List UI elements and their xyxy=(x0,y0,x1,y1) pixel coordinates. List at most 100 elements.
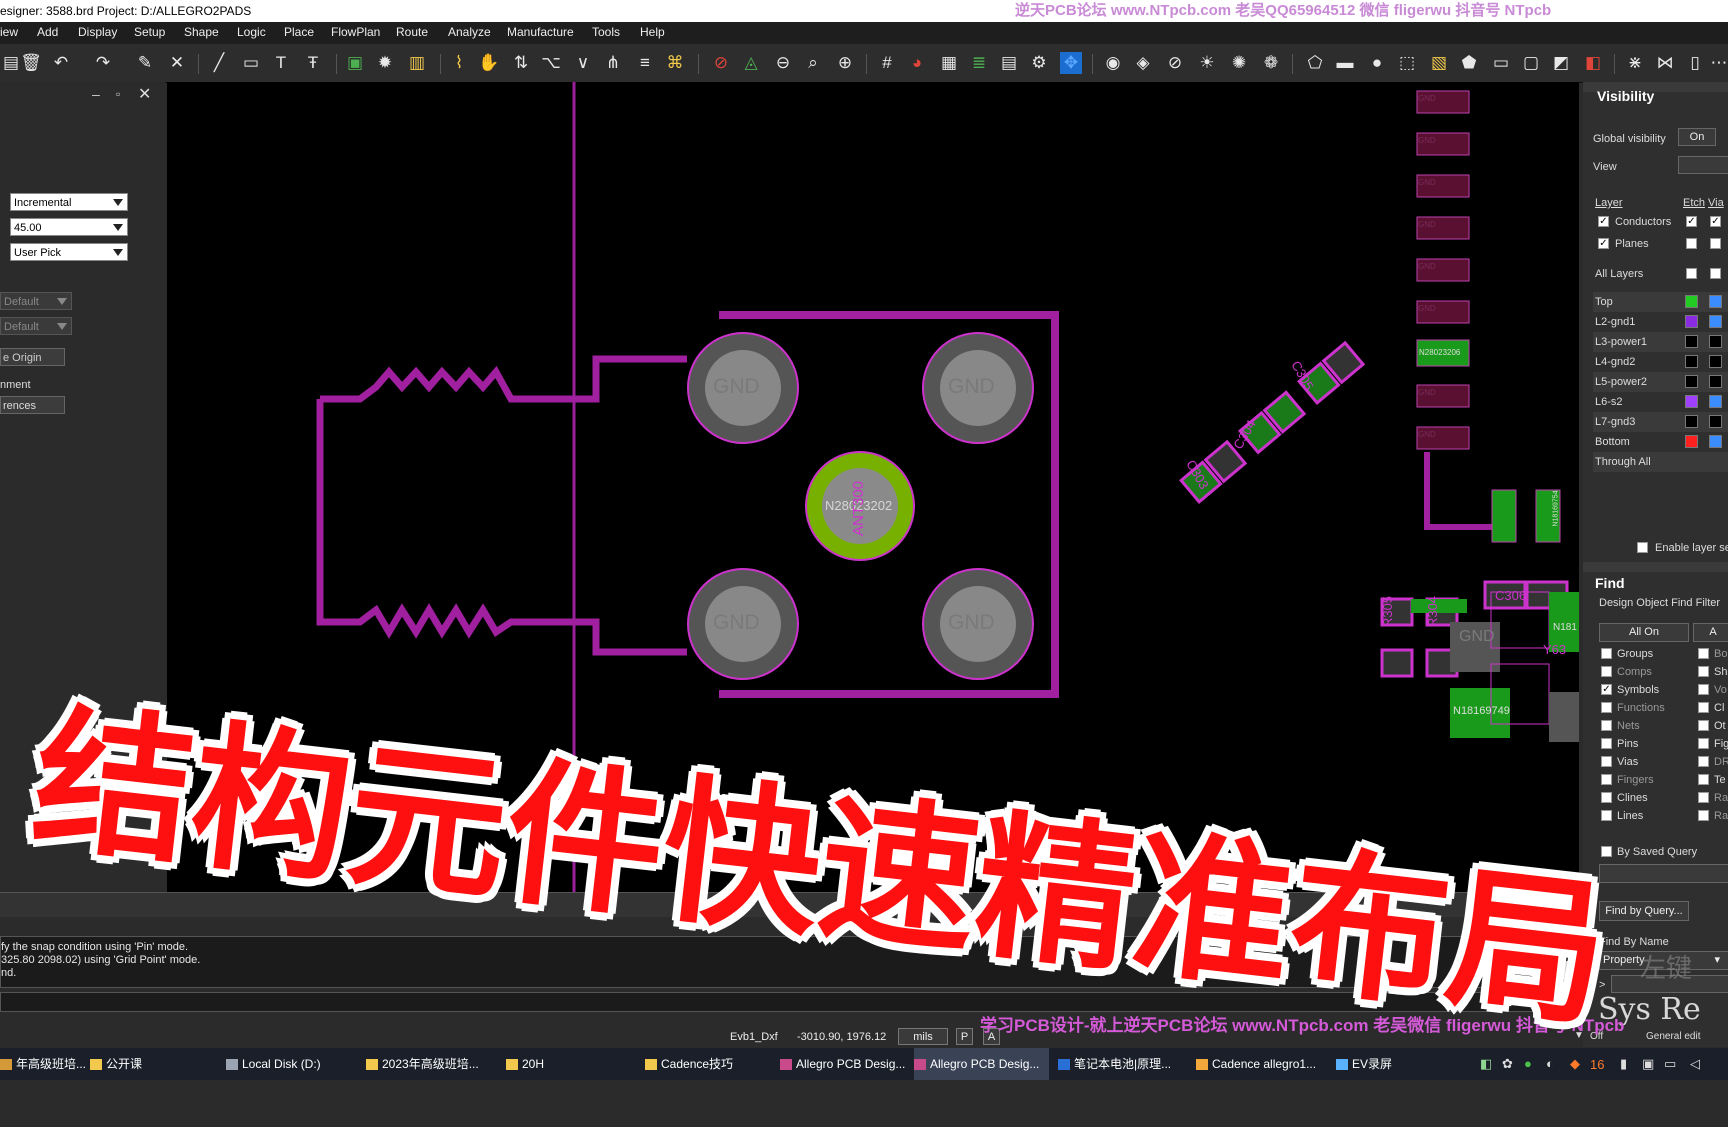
find-fingers-checkbox[interactable] xyxy=(1601,774,1612,785)
default-select-2[interactable]: Default xyxy=(0,317,72,335)
component-icon[interactable]: ✹ xyxy=(374,52,396,74)
report-icon[interactable]: ▤ xyxy=(998,52,1020,74)
layer-row-l7[interactable]: L7-gnd3 xyxy=(1593,412,1728,432)
delete-icon[interactable]: 🗑 xyxy=(20,52,42,74)
add-via-icon[interactable]: ▬ xyxy=(1334,52,1356,74)
add-rect-icon[interactable]: ▭ xyxy=(240,52,262,74)
find-col2-checkbox[interactable] xyxy=(1698,720,1709,731)
layer-via-color[interactable] xyxy=(1709,375,1722,388)
redo-icon[interactable]: ↷ xyxy=(92,52,114,74)
connect-icon[interactable]: ⌇ xyxy=(448,52,470,74)
layer-etch-color[interactable] xyxy=(1685,375,1698,388)
global-visibility-on-button[interactable]: On xyxy=(1678,128,1716,146)
edit-text-icon[interactable]: Ŧ xyxy=(302,52,324,74)
find-col2-checkbox[interactable] xyxy=(1698,702,1709,713)
pin-icon[interactable]: ✎ xyxy=(134,52,156,74)
find-col2-checkbox[interactable] xyxy=(1698,666,1709,677)
planes-etch-checkbox[interactable] xyxy=(1686,238,1697,249)
undo-icon[interactable]: ↶ xyxy=(50,52,72,74)
taskbar-item[interactable]: 笔记本电池|原理... xyxy=(1058,1048,1188,1080)
layer-etch-color[interactable] xyxy=(1685,315,1698,328)
taskbar-item[interactable]: 年高级班培... xyxy=(0,1048,86,1080)
find-col2-checkbox[interactable] xyxy=(1698,774,1709,785)
add-circle-icon[interactable]: ● xyxy=(1366,52,1388,74)
taskbar-item[interactable]: 2023年高级班培... xyxy=(366,1048,496,1080)
taskbar-item[interactable]: Cadence技巧 xyxy=(645,1048,775,1080)
minimize-icon[interactable]: – xyxy=(92,86,100,102)
camera-icon[interactable]: ▣ xyxy=(1642,1056,1654,1072)
snap-icon[interactable]: ✥ xyxy=(1060,52,1082,74)
menu-analyze[interactable]: Analyze xyxy=(448,25,491,39)
layer-row-l5[interactable]: L5-power2 xyxy=(1593,372,1728,392)
fill-icon[interactable]: ◩ xyxy=(1550,52,1572,74)
find-col2-checkbox[interactable] xyxy=(1698,792,1709,803)
menu-setup[interactable]: Setup xyxy=(134,25,165,39)
menu-route[interactable]: Route xyxy=(396,25,428,39)
shadow-icon[interactable]: ▦ xyxy=(938,52,960,74)
all-off-button[interactable]: A xyxy=(1693,623,1728,642)
find-functions-checkbox[interactable] xyxy=(1601,702,1612,713)
menu-shape[interactable]: Shape xyxy=(184,25,219,39)
origin-button[interactable]: e Origin xyxy=(0,348,65,366)
saved-query-checkbox[interactable] xyxy=(1601,846,1612,857)
3d-icon[interactable]: ◈ xyxy=(1132,52,1154,74)
planes-via-checkbox[interactable] xyxy=(1710,238,1721,249)
layer-via-color[interactable] xyxy=(1709,415,1722,428)
find-vias-checkbox[interactable] xyxy=(1601,756,1612,767)
layer-etch-color[interactable] xyxy=(1685,415,1698,428)
taskbar-item[interactable]: EV录屏 xyxy=(1336,1048,1416,1080)
add-pad-icon[interactable]: ⬠ xyxy=(1304,52,1326,74)
layer-row-l6[interactable]: L6-s2 xyxy=(1593,392,1728,412)
close-icon[interactable]: ✕ xyxy=(138,84,151,104)
menu-tools[interactable]: Tools xyxy=(592,25,620,39)
find-pins-checkbox[interactable] xyxy=(1601,738,1612,749)
shape-edit-icon[interactable]: ▧ xyxy=(1428,52,1450,74)
drc-icon[interactable]: ⊘ xyxy=(710,52,732,74)
menu-flowplan[interactable]: FlowPlan xyxy=(331,25,380,39)
rect-icon[interactable]: ▭ xyxy=(1490,52,1512,74)
conductors-via-checkbox[interactable]: ✓ xyxy=(1710,216,1721,227)
find-clines-checkbox[interactable] xyxy=(1601,792,1612,803)
zoom-in-icon[interactable]: ⊕ xyxy=(834,52,856,74)
taskbar-item[interactable]: 20H xyxy=(506,1048,636,1080)
view-select[interactable] xyxy=(1678,156,1728,174)
taskbar-item-active[interactable]: Allegro PCB Desig... xyxy=(914,1048,1049,1080)
fanout-icon[interactable]: ∨ xyxy=(572,52,594,74)
find-col2-checkbox[interactable] xyxy=(1698,684,1709,695)
save-icon[interactable]: ▤ xyxy=(0,52,22,74)
layer-row-top[interactable]: Top xyxy=(1593,292,1728,312)
tray-icon[interactable]: ◧ xyxy=(1480,1056,1492,1072)
menu-add[interactable]: Add xyxy=(37,25,58,39)
find-lines-checkbox[interactable] xyxy=(1601,810,1612,821)
visibility-off-icon[interactable]: ⊘ xyxy=(1164,52,1186,74)
find-symbols-checkbox[interactable]: ✓ xyxy=(1601,684,1612,695)
volume-icon[interactable]: ◁ xyxy=(1690,1056,1700,1072)
color-icon[interactable]: ◕ xyxy=(906,52,928,74)
slide-icon[interactable]: ✋ xyxy=(478,52,500,74)
layer-row-through-all[interactable]: Through All xyxy=(1593,452,1728,472)
split-icon[interactable]: ⋇ xyxy=(1624,52,1646,74)
layers-icon[interactable]: ≣ xyxy=(968,52,990,74)
layer-etch-color[interactable] xyxy=(1685,335,1698,348)
find-col2-checkbox[interactable] xyxy=(1698,810,1709,821)
layer-row-l2[interactable]: L2-gnd1 xyxy=(1593,312,1728,332)
tray-icon[interactable]: ✿ xyxy=(1502,1056,1513,1072)
layer-via-color[interactable] xyxy=(1709,355,1722,368)
find-comps-checkbox[interactable] xyxy=(1601,666,1612,677)
layer-row-bottom[interactable]: Bottom xyxy=(1593,432,1728,452)
auto-route-icon[interactable]: ⌘ xyxy=(664,52,686,74)
menu-help[interactable]: Help xyxy=(640,25,665,39)
place-icon[interactable]: ▣ xyxy=(344,52,366,74)
enable-layer-checkbox[interactable] xyxy=(1637,542,1648,553)
all-on-button[interactable]: All On xyxy=(1599,623,1689,642)
find-groups-checkbox[interactable] xyxy=(1601,648,1612,659)
more-icon[interactable]: ⋯ xyxy=(1708,52,1728,74)
find-col2-checkbox[interactable] xyxy=(1698,756,1709,767)
planes-checkbox[interactable]: ✓ xyxy=(1598,238,1609,249)
layer-via-color[interactable] xyxy=(1709,315,1722,328)
layer-etch-color[interactable] xyxy=(1685,295,1698,308)
frame-icon[interactable]: ▢ xyxy=(1520,52,1542,74)
layer-etch-color[interactable] xyxy=(1685,355,1698,368)
all-layers-etch-checkbox[interactable] xyxy=(1686,268,1697,279)
tray-app-icon[interactable]: ◆ xyxy=(1570,1056,1580,1072)
